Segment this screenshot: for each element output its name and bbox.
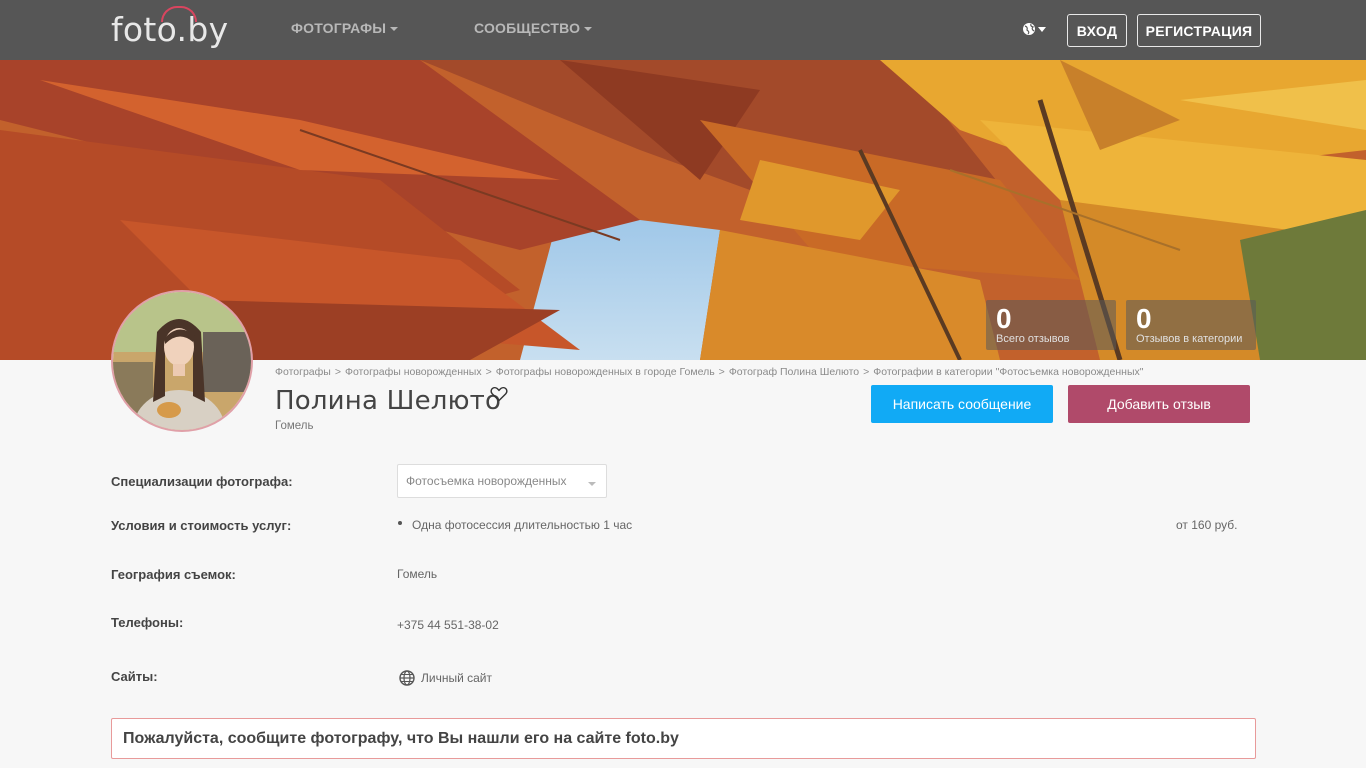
- geography-value: Гомель: [397, 567, 438, 581]
- category-reviews-label: Отзывов в категории: [1136, 333, 1243, 345]
- category-reviews-count: 0: [1136, 303, 1152, 334]
- top-navbar: foto.by ФОТОГРАФЫ СООБЩЕСТВО ВХОД РЕГИСТ…: [0, 0, 1366, 60]
- total-reviews-count: 0: [996, 303, 1012, 334]
- register-button[interactable]: РЕГИСТРАЦИЯ: [1137, 14, 1261, 47]
- personal-site-label: Личный сайт: [421, 671, 492, 685]
- service-item: Одна фотосессия длительностью 1 час: [412, 518, 633, 532]
- specialization-selected-value: Фотосъемка новорожденных: [406, 474, 567, 488]
- phones-label: Телефоны:: [111, 615, 184, 630]
- language-selector[interactable]: [1022, 20, 1048, 40]
- breadcrumb-category-photos[interactable]: Фотографии в категории "Фотосъемка новор…: [873, 366, 1143, 378]
- notice-text: Пожалуйста, сообщите фотографу, что Вы н…: [123, 730, 679, 747]
- specializations-label: Специализации фотографа:: [111, 474, 293, 489]
- service-price: от 160 руб.: [1176, 518, 1238, 532]
- photographer-name: Полина Шелюто: [275, 386, 502, 416]
- avatar-photo: [113, 292, 251, 430]
- chevron-down-icon: [588, 482, 596, 486]
- favorite-button[interactable]: [490, 386, 508, 402]
- chevron-down-icon: [390, 27, 399, 32]
- avatar[interactable]: [111, 290, 253, 432]
- logo-text: foto.by: [111, 10, 229, 49]
- send-message-button[interactable]: Написать сообщение: [871, 385, 1053, 423]
- add-review-button[interactable]: Добавить отзыв: [1068, 385, 1250, 423]
- globe-icon: [1023, 23, 1046, 35]
- nav-photographers-label: ФОТОГРАФЫ: [291, 20, 387, 36]
- breadcrumb-newborn-photographers[interactable]: Фотографы новорожденных: [345, 366, 482, 378]
- geography-label: География съемок:: [111, 567, 236, 582]
- breadcrumb: Фотографы > Фотографы новорожденных > Фотогр…: [275, 366, 1144, 378]
- photographer-city: Гомель: [275, 420, 314, 432]
- nav-community-label: СООБЩЕСТВО: [474, 20, 581, 36]
- notice-box: Пожалуйста, сообщите фотографу, что Вы н…: [111, 718, 1256, 759]
- breadcrumb-photographer[interactable]: Фотограф Полина Шелюто: [729, 366, 859, 378]
- specialization-select[interactable]: Фотосъемка новорожденных: [397, 464, 607, 498]
- site-logo[interactable]: foto.by: [111, 6, 241, 50]
- nav-community[interactable]: СООБЩЕСТВО: [474, 20, 593, 36]
- total-reviews-stat: 0 Всего отзывов: [986, 300, 1116, 350]
- personal-site-link[interactable]: Личный сайт: [399, 670, 492, 686]
- services-label: Условия и стоимость услуг:: [111, 518, 292, 533]
- globe-icon: [399, 670, 415, 686]
- breadcrumb-newborn-gomel[interactable]: Фотографы новорожденных в городе Гомель: [496, 366, 715, 378]
- sites-label: Сайты:: [111, 669, 158, 684]
- phone-value[interactable]: +375 44 551-38-02: [397, 618, 499, 632]
- chevron-down-icon: [584, 27, 593, 32]
- login-button[interactable]: ВХОД: [1067, 14, 1127, 47]
- breadcrumb-photographers[interactable]: Фотографы: [275, 366, 331, 378]
- total-reviews-label: Всего отзывов: [996, 333, 1070, 345]
- bullet-icon: [398, 521, 402, 525]
- heart-icon: [490, 386, 508, 402]
- nav-photographers[interactable]: ФОТОГРАФЫ: [291, 20, 399, 36]
- category-reviews-stat: 0 Отзывов в категории: [1126, 300, 1256, 350]
